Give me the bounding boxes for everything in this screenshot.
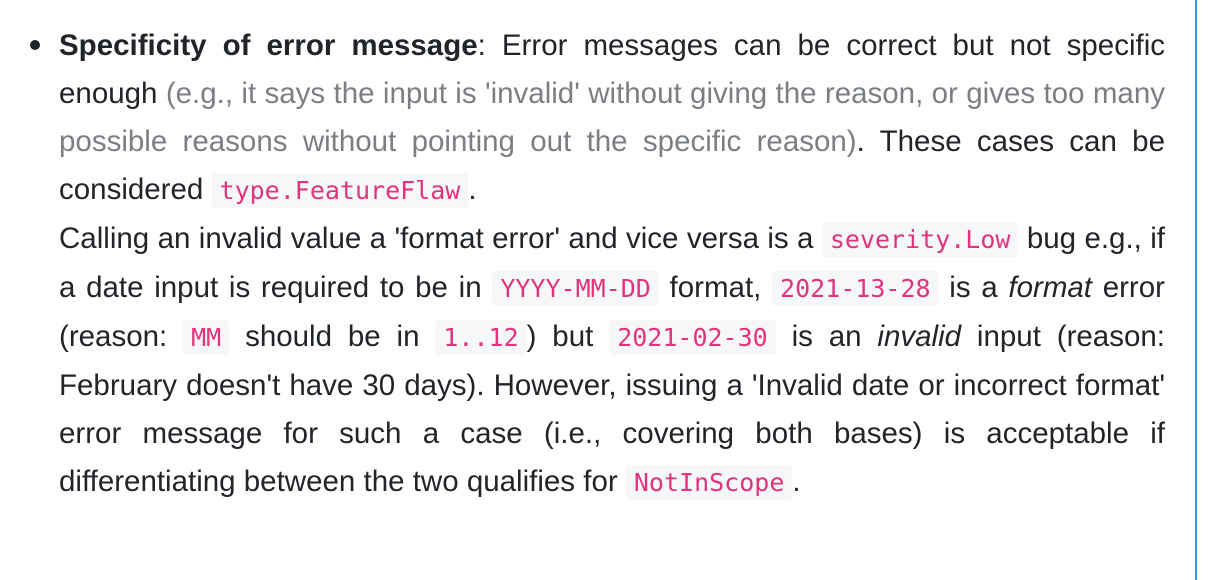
paragraph-format-vs-invalid: Calling an invalid value a 'format error… <box>59 215 1165 507</box>
code-date-example-1: 2021-13-28 <box>772 271 939 306</box>
code-not-in-scope: NotInScope <box>625 465 793 500</box>
code-range: 1..12 <box>435 320 527 355</box>
text-is-a: is a <box>938 271 1009 304</box>
item-heading: Specificity of error message <box>59 29 478 62</box>
heading-colon: : <box>477 29 486 62</box>
code-date-format: YYYY-MM-DD <box>492 271 659 306</box>
paragraph-specificity: Specificity of error message: Error mess… <box>59 22 1165 215</box>
text-calling-invalid: Calling an invalid value a 'format error… <box>59 222 822 255</box>
code-severity-low: severity.Low <box>821 222 1019 257</box>
text-period-2: . <box>792 465 801 498</box>
text-period-1: . <box>468 173 477 206</box>
bullet-dot-icon <box>30 40 40 50</box>
code-mm: MM <box>183 320 230 355</box>
right-edge-rule <box>1195 0 1197 580</box>
list-item: Specificity of error message: Error mess… <box>0 22 1165 507</box>
bullet-list: Specificity of error message: Error mess… <box>0 22 1165 507</box>
text-should-be-in: should be in <box>229 320 436 353</box>
em-invalid: invalid <box>877 320 962 353</box>
text-is-an: is an <box>775 320 878 353</box>
code-feature-flaw: type.FeatureFlaw <box>211 173 469 208</box>
text-format-comma: format, <box>658 271 773 304</box>
em-format: format <box>1008 271 1092 304</box>
code-date-example-2: 2021-02-30 <box>609 320 776 355</box>
text-but: ) but <box>526 320 610 353</box>
document-page: Specificity of error message: Error mess… <box>0 0 1212 580</box>
